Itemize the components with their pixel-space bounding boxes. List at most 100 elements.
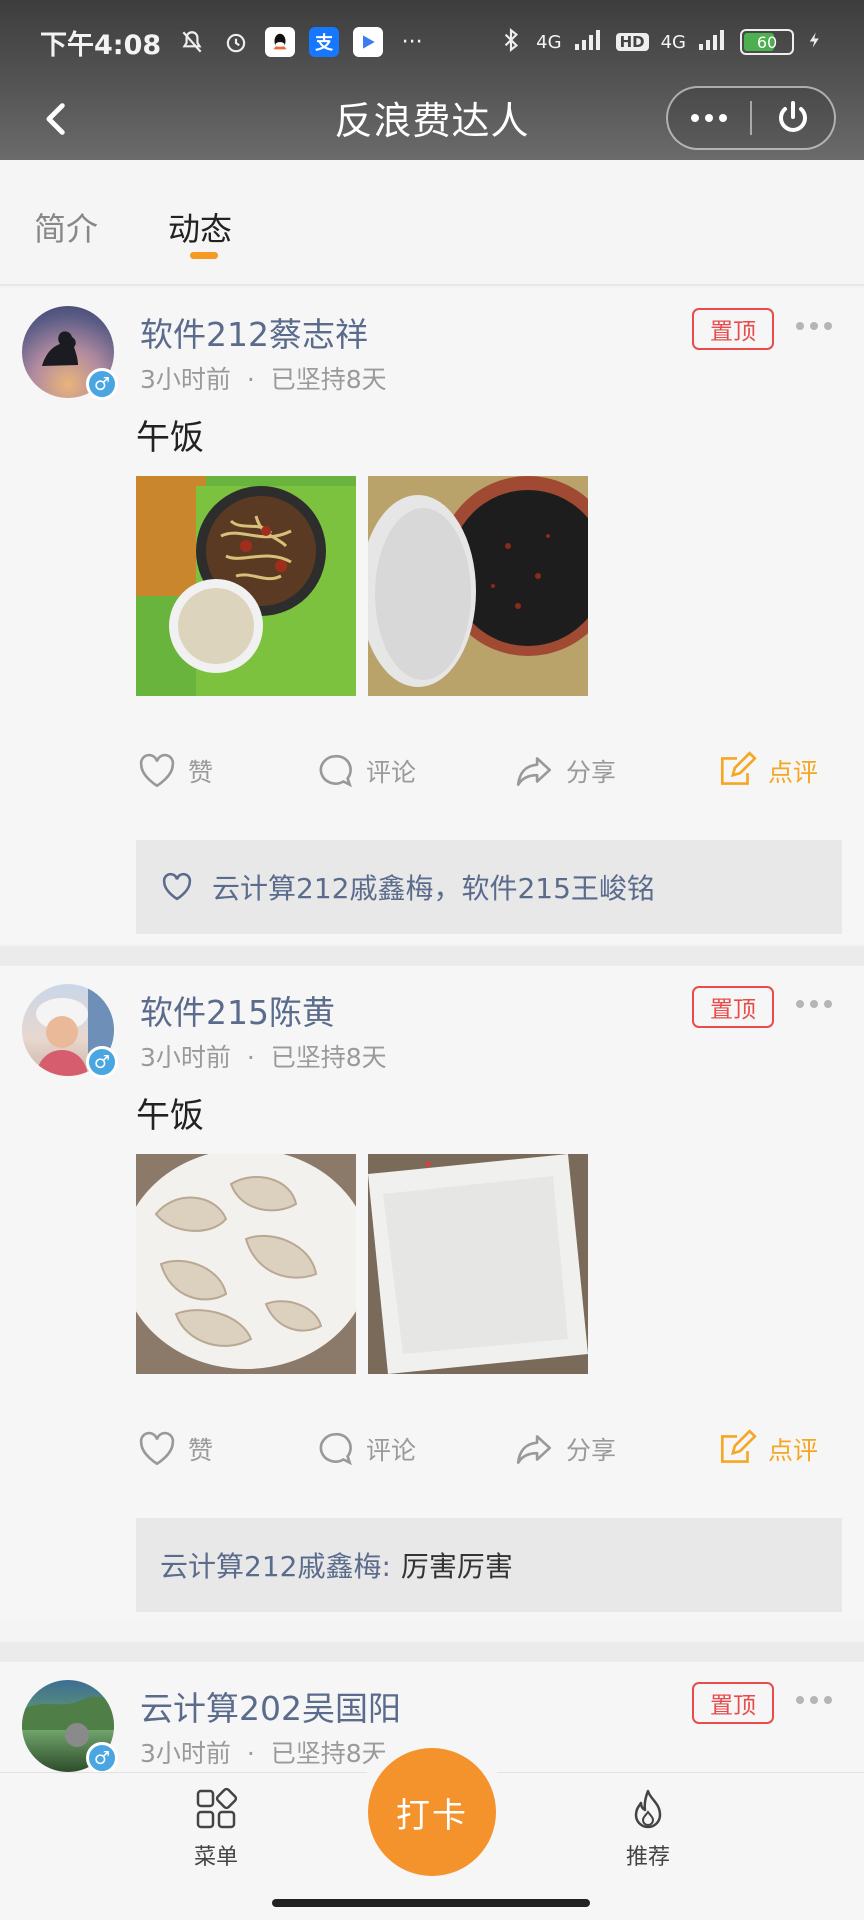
post-author[interactable]: 云计算202吴国阳 [140, 1682, 401, 1730]
hd-badge: HD [615, 33, 649, 51]
edit-icon [720, 751, 757, 785]
liked-by-list[interactable]: 云计算212戚鑫梅，软件215王峻铭 [212, 867, 655, 907]
checkin-button[interactable]: 打卡 [368, 1748, 496, 1876]
comment-author[interactable]: 云计算212戚鑫梅: [160, 1545, 391, 1585]
like-label: 赞 [188, 1436, 214, 1465]
share-arrow-icon [516, 1435, 552, 1464]
post-author[interactable]: 软件215陈黄 [140, 986, 335, 1034]
comment-label: 评论 [366, 1436, 417, 1465]
share-label: 分享 [566, 1436, 617, 1465]
post-photo[interactable] [136, 1154, 356, 1374]
home-indicator[interactable] [272, 1899, 590, 1907]
battery-level: 60 [756, 32, 778, 52]
post-time: 3小时前 [140, 1739, 231, 1768]
review-button[interactable]: 点评 [716, 750, 818, 792]
more-dots-icon [691, 114, 727, 122]
bottom-nav-recommend-label: 推荐 [625, 1845, 670, 1870]
post-streak: 已坚持8天 [270, 1739, 387, 1768]
bottom-nav-recommend[interactable]: 推荐 [588, 1787, 708, 1871]
post-streak: 已坚持8天 [270, 365, 387, 394]
qq-app-icon [265, 27, 296, 57]
likes-box: 云计算212戚鑫梅，软件215王峻铭 [136, 840, 842, 934]
post-streak: 已坚持8天 [270, 1043, 387, 1072]
bottom-nav-menu[interactable]: 菜单 [156, 1787, 276, 1871]
post-photo[interactable] [368, 1154, 588, 1374]
post-time: 3小时前 [140, 365, 231, 394]
heart-icon [139, 1431, 175, 1466]
comment-bubble-icon [319, 754, 352, 788]
post-text: 午饭 [136, 418, 204, 458]
alipay-app-icon: 支 [309, 27, 340, 57]
post-photo[interactable] [136, 476, 356, 696]
capsule-more-button[interactable] [668, 88, 750, 148]
pinned-badge: 置顶 [692, 986, 774, 1028]
tab-bar: 简介 动态 [0, 160, 864, 286]
power-icon [779, 101, 807, 132]
meta-separator: · [246, 1739, 255, 1768]
share-button[interactable]: 分享 [514, 1428, 616, 1470]
share-label: 分享 [566, 758, 617, 787]
post-actions: 赞 评论 分享 点评 [136, 750, 836, 800]
status-bar: 下午4:08 支 ··· 4G HD 4G 60 [0, 0, 864, 84]
comment-button[interactable]: 评论 [314, 1428, 416, 1470]
heart-icon [139, 753, 175, 788]
charging-icon [806, 27, 824, 58]
tab-intro[interactable]: 简介 [34, 204, 98, 250]
post-photo[interactable] [368, 476, 588, 696]
bottom-nav-menu-label: 菜单 [193, 1845, 238, 1870]
post-meta: 3小时前 · 已坚持8天 [140, 1038, 387, 1074]
post-meta: 3小时前 · 已坚持8天 [140, 360, 387, 396]
status-system-icons: 4G HD 4G 60 [498, 25, 824, 60]
signal-bars-icon [574, 28, 604, 57]
battery-indicator: 60 [740, 29, 794, 55]
post-separator [0, 946, 864, 966]
comment-text: 厉害厉害 [400, 1550, 513, 1583]
tab-feed[interactable]: 动态 [168, 204, 232, 250]
bluetooth-icon [498, 25, 524, 60]
comment-label: 评论 [366, 758, 417, 787]
post-time: 3小时前 [140, 1043, 231, 1072]
more-notifications-icon: ··· [401, 29, 423, 55]
mute-bell-icon [177, 27, 207, 57]
feed-post: ♂ 软件212蔡志祥 3小时前 · 已坚持8天 置顶 午饭 赞 评论 分享 点评… [0, 288, 864, 944]
post-separator [0, 1642, 864, 1662]
signal-bars-icon-2 [698, 28, 728, 57]
meta-separator: · [246, 365, 255, 394]
post-actions: 赞 评论 分享 点评 [136, 1428, 836, 1478]
post-text: 午饭 [136, 1096, 204, 1136]
comment-button[interactable]: 评论 [314, 750, 416, 792]
like-label: 赞 [188, 758, 214, 787]
capsule-close-button[interactable] [752, 88, 834, 148]
nav-bar: 反浪费达人 [0, 84, 864, 160]
comment-box: 云计算212戚鑫梅: 厉害厉害 [136, 1518, 842, 1612]
post-meta: 3小时前 · 已坚持8天 [140, 1734, 387, 1770]
video-app-icon [353, 27, 384, 57]
signal-4g-label: 4G [536, 31, 562, 53]
meta-separator: · [246, 1043, 255, 1072]
like-button[interactable]: 赞 [136, 1428, 213, 1470]
pinned-badge: 置顶 [692, 1682, 774, 1724]
status-notification-icons: 支 ··· [177, 27, 427, 57]
tab-active-indicator [190, 252, 218, 259]
feed-post: ♂ 软件215陈黄 3小时前 · 已坚持8天 置顶 午饭 赞 评论 分享 点评 … [0, 966, 864, 1620]
share-button[interactable]: 分享 [514, 750, 616, 792]
post-author[interactable]: 软件212蔡志祥 [140, 308, 368, 356]
post-more-button[interactable] [796, 1696, 832, 1704]
post-more-button[interactable] [796, 1000, 832, 1008]
menu-grid-icon [196, 1787, 238, 1829]
share-arrow-icon [516, 757, 552, 786]
status-time: 下午4:08 [40, 29, 162, 61]
pinned-badge: 置顶 [692, 308, 774, 350]
like-button[interactable]: 赞 [136, 750, 213, 792]
flame-icon [634, 1789, 662, 1829]
male-gender-icon: ♂ [86, 368, 118, 400]
male-gender-icon: ♂ [86, 1742, 118, 1774]
comment-bubble-icon [319, 1432, 352, 1466]
signal-4g-label-2: 4G [660, 31, 686, 53]
mini-program-capsule [666, 86, 836, 150]
header: 下午4:08 支 ··· 4G HD 4G 60 反浪费达人 [0, 0, 864, 160]
review-button[interactable]: 点评 [716, 1428, 818, 1470]
heart-icon [162, 872, 192, 901]
post-more-button[interactable] [796, 322, 832, 330]
alarm-icon [221, 27, 251, 57]
